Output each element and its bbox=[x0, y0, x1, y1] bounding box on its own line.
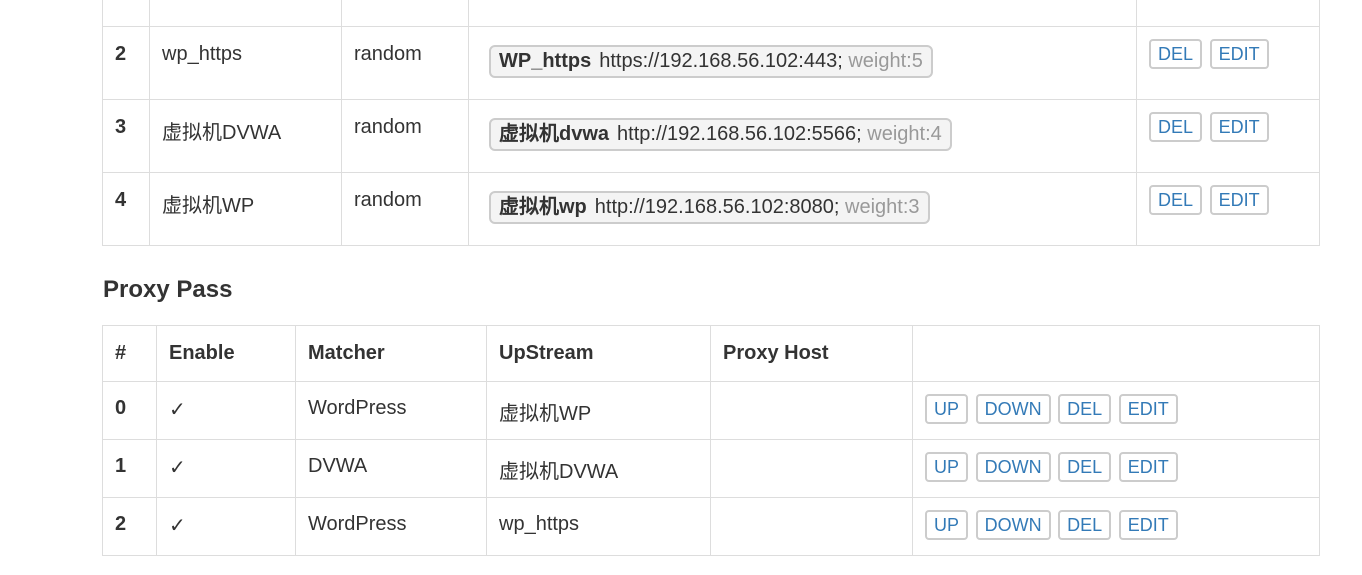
server-badge: 虚拟机wp http://192.168.56.102:8080; weight:… bbox=[489, 191, 930, 224]
row-number: 2 bbox=[102, 497, 157, 556]
server-url: https://192.168.56.102:443; bbox=[599, 50, 843, 72]
up-button[interactable]: UP bbox=[925, 452, 969, 482]
server-badge: 虚拟机dvwa http://192.168.56.102:5566; weigh… bbox=[489, 118, 952, 151]
upstream-cell: 虚拟机WP bbox=[486, 381, 711, 440]
matcher-cell: WordPress bbox=[295, 497, 487, 556]
del-button[interactable]: DEL bbox=[1058, 452, 1112, 482]
table-row: 2 wp_https random WP_https https://192.16… bbox=[102, 26, 1320, 100]
row-actions: UP DOWN DEL EDIT bbox=[912, 497, 1320, 556]
del-button[interactable]: DEL bbox=[1149, 185, 1203, 215]
enabled-check: ✓ bbox=[156, 381, 296, 440]
upstream-servers: WP_https https://192.168.56.102:443; weig… bbox=[468, 26, 1137, 100]
down-button[interactable]: DOWN bbox=[975, 394, 1051, 424]
row-number: 0 bbox=[102, 381, 157, 440]
upstream-name: 虚拟机WP bbox=[149, 172, 342, 246]
down-button[interactable]: DOWN bbox=[975, 452, 1051, 482]
upstream-algorithm: random bbox=[341, 26, 469, 100]
edit-button[interactable]: EDIT bbox=[1209, 112, 1269, 142]
column-header-upstream: UpStream bbox=[486, 325, 711, 382]
edit-button[interactable]: EDIT bbox=[1209, 39, 1269, 69]
table-row: 3 虚拟机DVWA random 虚拟机dvwa http://192.168.5… bbox=[102, 99, 1320, 173]
table-row: 4 虚拟机WP random 虚拟机wp http://192.168.56.10… bbox=[102, 172, 1320, 246]
row-actions: DEL EDIT bbox=[1136, 172, 1320, 246]
upstream-algorithm bbox=[341, 0, 469, 27]
up-button[interactable]: UP bbox=[925, 394, 969, 424]
table-row: 0 ✓ WordPress 虚拟机WP UP DOWN DEL EDIT bbox=[102, 381, 1320, 440]
server-url: http://192.168.56.102:5566; bbox=[617, 123, 862, 145]
server-name: 虚拟机wp bbox=[499, 196, 587, 218]
upstream-servers bbox=[468, 0, 1137, 27]
server-weight: weight:4 bbox=[867, 123, 942, 145]
table-row: 1 ✓ DVWA 虚拟机DVWA UP DOWN DEL EDIT bbox=[102, 439, 1320, 498]
row-number: 1 bbox=[102, 439, 157, 498]
row-number: 2 bbox=[102, 26, 150, 100]
row-actions: DEL EDIT bbox=[1136, 99, 1320, 173]
down-button[interactable]: DOWN bbox=[975, 510, 1051, 540]
column-header-enable: Enable bbox=[156, 325, 296, 382]
upstream-algorithm: random bbox=[341, 99, 469, 173]
server-weight: weight:5 bbox=[848, 50, 923, 72]
edit-button[interactable]: EDIT bbox=[1118, 452, 1178, 482]
matcher-cell: WordPress bbox=[295, 381, 487, 440]
row-actions: UP DOWN DEL EDIT bbox=[912, 439, 1320, 498]
upstream-servers: 虚拟机dvwa http://192.168.56.102:5566; weigh… bbox=[468, 99, 1137, 173]
table-header-row: # Enable Matcher UpStream Proxy Host bbox=[102, 325, 1320, 382]
enabled-check: ✓ bbox=[156, 497, 296, 556]
del-button[interactable]: DEL bbox=[1058, 394, 1112, 424]
upstream-algorithm: random bbox=[341, 172, 469, 246]
column-header-actions bbox=[912, 325, 1320, 382]
proxy-host-cell bbox=[710, 497, 913, 556]
del-button[interactable]: DEL bbox=[1058, 510, 1112, 540]
upstream-name bbox=[149, 0, 342, 27]
server-name: 虚拟机dvwa bbox=[499, 123, 610, 145]
proxy-host-cell bbox=[710, 439, 913, 498]
server-name: WP_https bbox=[499, 50, 592, 72]
up-button[interactable]: UP bbox=[925, 510, 969, 540]
table-row: 2 ✓ WordPress wp_https UP DOWN DEL EDIT bbox=[102, 497, 1320, 556]
server-badge: WP_https https://192.168.56.102:443; weig… bbox=[489, 45, 933, 78]
section-title: Proxy Pass bbox=[103, 276, 233, 303]
server-weight: weight:3 bbox=[845, 196, 920, 218]
upstream-servers: 虚拟机wp http://192.168.56.102:8080; weight:… bbox=[468, 172, 1137, 246]
column-header-proxy-host: Proxy Host bbox=[710, 325, 913, 382]
del-button[interactable]: DEL bbox=[1149, 39, 1203, 69]
row-actions bbox=[1136, 0, 1320, 27]
edit-button[interactable]: EDIT bbox=[1118, 510, 1178, 540]
edit-button[interactable]: EDIT bbox=[1118, 394, 1178, 424]
upstream-name: wp_https bbox=[149, 26, 342, 100]
proxy-host-cell bbox=[710, 381, 913, 440]
table-row bbox=[102, 0, 1320, 27]
row-actions: UP DOWN DEL EDIT bbox=[912, 381, 1320, 440]
column-header-number: # bbox=[102, 325, 157, 382]
upstream-table: 2 wp_https random WP_https https://192.16… bbox=[102, 0, 1320, 246]
upstream-cell: 虚拟机DVWA bbox=[486, 439, 711, 498]
server-url: http://192.168.56.102:8080; bbox=[594, 196, 840, 218]
row-actions: DEL EDIT bbox=[1136, 26, 1320, 100]
row-number: 4 bbox=[102, 172, 150, 246]
upstream-cell: wp_https bbox=[486, 497, 711, 556]
upstream-name: 虚拟机DVWA bbox=[149, 99, 342, 173]
del-button[interactable]: DEL bbox=[1149, 112, 1203, 142]
column-header-matcher: Matcher bbox=[295, 325, 487, 382]
row-number bbox=[102, 0, 150, 27]
matcher-cell: DVWA bbox=[295, 439, 487, 498]
edit-button[interactable]: EDIT bbox=[1209, 185, 1269, 215]
proxy-pass-table: # Enable Matcher UpStream Proxy Host 0 ✓… bbox=[102, 325, 1320, 556]
enabled-check: ✓ bbox=[156, 439, 296, 498]
row-number: 3 bbox=[102, 99, 150, 173]
